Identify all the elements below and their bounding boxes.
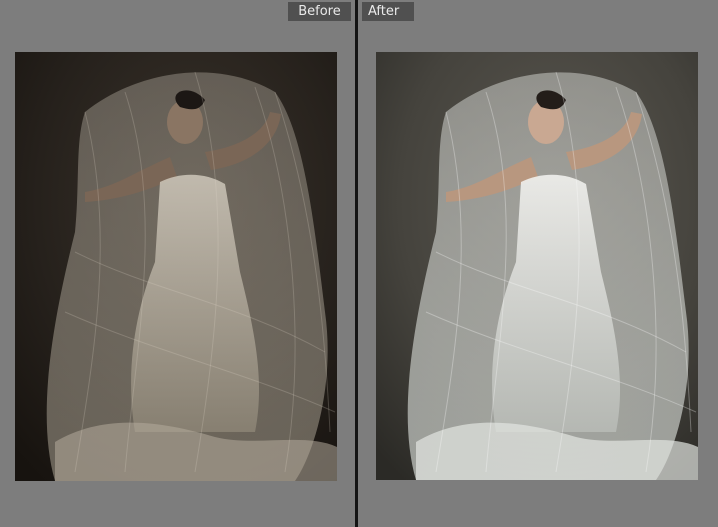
before-photo-image bbox=[15, 52, 337, 481]
before-pane[interactable]: Before bbox=[0, 0, 355, 527]
before-photo[interactable] bbox=[15, 52, 337, 481]
after-label: After bbox=[362, 2, 414, 21]
before-label: Before bbox=[288, 2, 351, 21]
after-photo-image bbox=[376, 52, 698, 480]
after-photo[interactable] bbox=[376, 52, 698, 480]
after-pane[interactable]: After bbox=[358, 0, 718, 527]
